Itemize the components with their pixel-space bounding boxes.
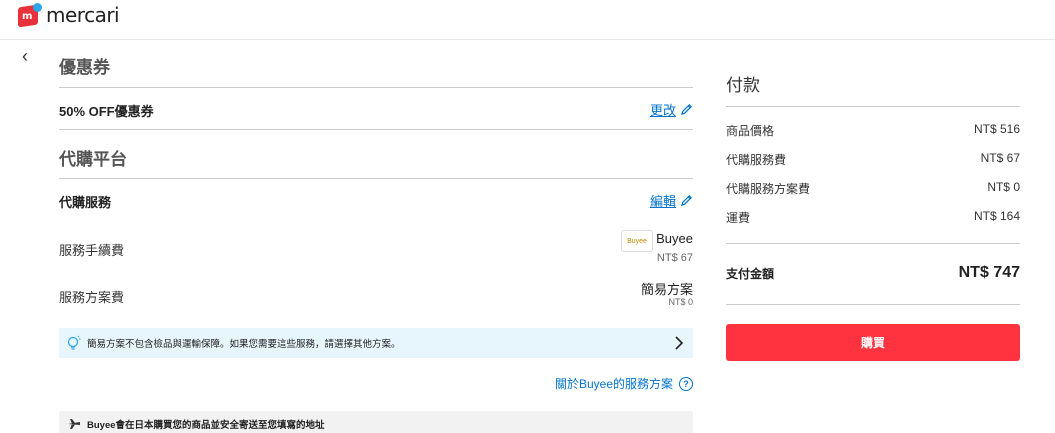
plan-notice-text: 簡易方案不包含檢品與運輸保障。如果您需要這些服務，請選擇其他方案。	[87, 339, 401, 350]
proxy-service-label: 代購服務	[59, 195, 112, 210]
back-chevron-icon[interactable]: ‹	[22, 46, 38, 66]
divider	[59, 129, 693, 130]
logo-mark-letter: m	[22, 11, 33, 22]
summary-row-label: 代購服務費	[726, 153, 787, 167]
summary-row: 商品價格 NT$ 516	[726, 122, 1020, 139]
plan-notice-banner[interactable]: 簡易方案不包含檢品與運輸保障。如果您需要這些服務，請選擇其他方案。	[59, 328, 693, 358]
buy-button[interactable]: 購買	[726, 324, 1020, 361]
buyee-logo-badge: Buyee	[621, 230, 653, 252]
total-row: 支付金額 NT$ 747	[726, 264, 1020, 282]
mercari-logo[interactable]: m mercari	[18, 3, 120, 28]
proxy-section-title: 代購平台	[59, 150, 127, 169]
airplane-icon	[68, 419, 80, 429]
summary-row: 代購服務方案費 NT$ 0	[726, 180, 1020, 197]
logo-text: mercari	[46, 3, 120, 27]
total-value: NT$ 747	[958, 264, 1020, 281]
summary-row-value: NT$ 67	[980, 151, 1020, 165]
coupon-label: 50% OFF優惠券	[59, 104, 154, 119]
provider-fee: NT$ 67	[656, 252, 693, 264]
plan-fee: NT$ 0	[668, 297, 693, 307]
summary-row-label: 商品價格	[726, 124, 775, 138]
logo-mark-icon: m	[18, 3, 42, 28]
plan-info-link[interactable]: 關於Buyee的服務方案 ?	[555, 375, 693, 392]
summary-row: 代購服務費 NT$ 67	[726, 151, 1020, 168]
summary-row-label: 運費	[726, 211, 751, 225]
summary-row-value: NT$ 164	[973, 209, 1020, 223]
summary-row-label: 代購服務方案費	[726, 182, 811, 196]
summary-row: 運費 NT$ 164	[726, 209, 1020, 226]
chevron-right-icon	[675, 336, 684, 350]
plan-fee-label: 服務方案費	[59, 290, 125, 305]
divider	[59, 178, 693, 179]
pencil-icon	[680, 104, 692, 116]
coupon-change-link[interactable]: 更改	[650, 100, 693, 119]
service-fee-label: 服務手續費	[59, 243, 125, 258]
coupon-change-label: 更改	[649, 103, 676, 118]
divider	[726, 106, 1020, 107]
payment-title: 付款	[726, 76, 760, 95]
question-icon: ?	[679, 376, 693, 391]
proxy-edit-label: 編輯	[649, 194, 676, 209]
proxy-edit-link[interactable]: 編輯	[650, 191, 693, 210]
summary-row-value: NT$ 0	[987, 180, 1020, 194]
total-label: 支付金額	[726, 266, 775, 281]
summary-row-value: NT$ 516	[973, 122, 1020, 136]
lightbulb-icon	[67, 335, 81, 350]
divider	[726, 304, 1020, 305]
plan-name: 簡易方案	[640, 282, 693, 297]
top-bar: m mercari	[0, 0, 1055, 40]
provider-name: Buyee	[656, 231, 693, 246]
pencil-icon	[680, 195, 692, 207]
shipping-note-bar: Buyee會在日本購買您的商品並安全寄送至您填寫的地址	[59, 411, 693, 433]
divider	[59, 87, 693, 88]
divider	[726, 243, 1020, 244]
coupon-section-title: 優惠券	[59, 58, 110, 77]
plan-info-label: 關於Buyee的服務方案	[554, 377, 673, 391]
shipping-note-text: Buyee會在日本購買您的商品並安全寄送至您填寫的地址	[87, 420, 325, 431]
